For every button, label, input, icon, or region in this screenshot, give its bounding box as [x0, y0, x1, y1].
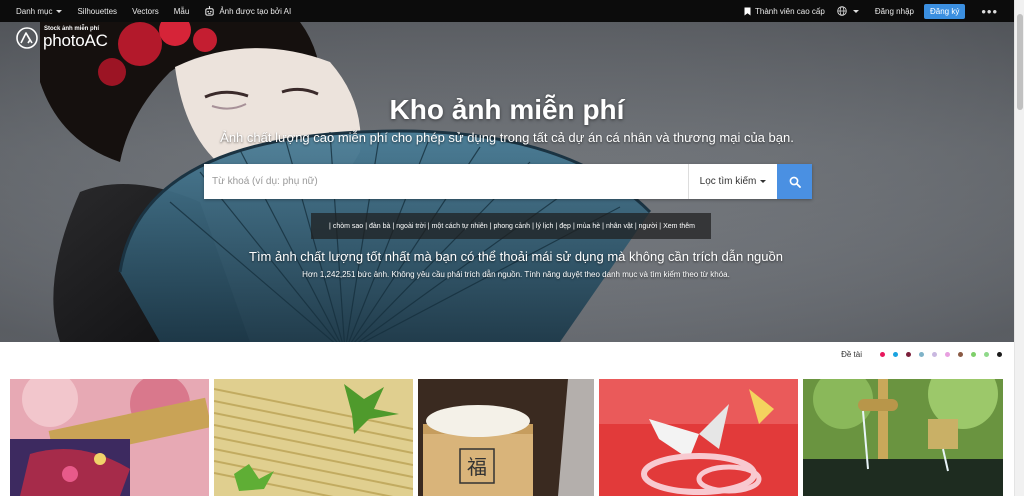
theme-dot[interactable]: [880, 352, 885, 357]
bookmark-icon: [744, 7, 751, 15]
keyword-separator: |: [427, 222, 430, 230]
search-icon: [789, 176, 801, 188]
theme-dot[interactable]: [893, 352, 898, 357]
photo-thumbnail[interactable]: [10, 379, 209, 496]
photo-grid: 福: [10, 379, 1003, 496]
keyword-link[interactable]: chòm sao: [333, 223, 363, 230]
nav-left: Danh mục Silhouettes Vectors Mẫu Ảnh đượ…: [0, 0, 306, 22]
ai-images-label: Ảnh được tạo bởi AI: [219, 6, 292, 16]
keyword-link[interactable]: ngoài trời: [396, 223, 426, 230]
login-link[interactable]: Đăng nhập: [875, 7, 914, 16]
theme-label: Đề tài: [841, 350, 862, 359]
keyword-separator: |: [532, 222, 534, 230]
chevron-down-icon: [852, 9, 859, 13]
vectors-label: Vectors: [132, 6, 159, 16]
templates-label: Mẫu: [173, 6, 190, 16]
photo-kimono-fabric: [10, 379, 209, 496]
categories-menu[interactable]: Danh mục: [16, 6, 63, 16]
photo-origami-crane: [599, 379, 798, 496]
keyword-link[interactable]: nhân vật: [606, 223, 633, 230]
photo-thumbnail[interactable]: [599, 379, 798, 496]
keyword-link[interactable]: đẹp: [559, 223, 571, 230]
keyword-separator: |: [572, 222, 575, 230]
keyword-separator: |: [602, 222, 604, 230]
search-bar: Lọc tìm kiếm: [204, 164, 812, 199]
theme-dot[interactable]: [984, 352, 989, 357]
chevron-down-icon: [56, 9, 63, 13]
theme-dot[interactable]: [958, 352, 963, 357]
keyword-separator: |: [489, 222, 492, 230]
theme-dot[interactable]: [945, 352, 950, 357]
silhouettes-label: Silhouettes: [77, 6, 118, 16]
theme-dot[interactable]: [997, 352, 1002, 357]
keyword-link[interactable]: đàn bà: [369, 223, 390, 230]
search-button[interactable]: [777, 164, 812, 199]
signup-button[interactable]: Đăng ký: [923, 3, 966, 19]
nav-right: Thành viên cao cấp Đăng nhập Đăng ký •••: [744, 0, 1014, 22]
ai-images-link[interactable]: Ảnh được tạo bởi AI: [204, 5, 292, 17]
keyword-separator: |: [392, 222, 395, 230]
keyword-separator: |: [659, 222, 662, 230]
logo-name: photoAC: [43, 31, 108, 50]
language-selector[interactable]: [837, 6, 859, 16]
photo-thumbnail[interactable]: [803, 379, 1003, 496]
search-input[interactable]: [204, 164, 688, 199]
theme-dot[interactable]: [919, 352, 924, 357]
site-logo[interactable]: Stock ảnh miễn phí photoAC: [16, 26, 108, 49]
keyword-link[interactable]: người: [639, 223, 658, 230]
categories-label: Danh mục: [16, 6, 53, 16]
hero-title: Kho ảnh miễn phí: [389, 94, 625, 125]
theme-dot[interactable]: [932, 352, 937, 357]
globe-icon: [837, 6, 847, 16]
signup-label: Đăng ký: [929, 6, 960, 16]
theme-selector: Đề tài: [841, 350, 1002, 359]
search-filter-label: Lọc tìm kiếm: [699, 176, 757, 187]
keyword-link[interactable]: mùa hè: [577, 223, 600, 230]
logo-icon: [16, 26, 38, 49]
keyword-separator: |: [329, 222, 331, 230]
keyword-link[interactable]: phong cảnh: [493, 223, 530, 230]
login-label: Đăng nhập: [874, 6, 914, 16]
chevron-down-icon: [760, 180, 767, 183]
scrollbar-thumb[interactable]: [1017, 14, 1023, 110]
silhouettes-link[interactable]: Silhouettes: [77, 7, 117, 16]
templates-link[interactable]: Mẫu: [174, 7, 190, 16]
hero-subtitle: Ảnh chất lượng cao miễn phí cho phép sử …: [220, 130, 794, 145]
photo-bamboo-fountain: [803, 379, 1003, 496]
popular-keywords: | chòm sao | đàn bà | ngoài trời | một c…: [311, 213, 711, 239]
hero-tagline: Tìm ảnh chất lượng tốt nhất mà bạn có th…: [249, 249, 783, 264]
keyword-separator: |: [365, 222, 368, 230]
hero-banner: Stock ảnh miễn phí photoAC Kho ảnh miễn …: [0, 22, 1014, 342]
photo-thumbnail[interactable]: [214, 379, 413, 496]
photo-thumbnail[interactable]: 福: [418, 379, 594, 496]
premium-label: Thành viên cao cấp: [755, 6, 825, 16]
see-more-link[interactable]: Xem thêm: [663, 223, 695, 230]
hero-info: Hơn 1,242,251 bức ảnh. Không yêu cầu phả…: [302, 270, 730, 279]
vectors-link[interactable]: Vectors: [132, 7, 159, 16]
theme-dot[interactable]: [906, 352, 911, 357]
keyword-separator: |: [634, 222, 637, 230]
robot-icon: [205, 5, 214, 16]
keyword-link[interactable]: lý lịch: [536, 223, 554, 230]
keyword-separator: |: [555, 222, 558, 230]
keyword-link[interactable]: một cách tự nhiên: [432, 223, 488, 230]
logo-text: Stock ảnh miễn phí photoAC: [43, 26, 108, 49]
search-filter-dropdown[interactable]: Lọc tìm kiếm: [688, 164, 777, 199]
premium-link[interactable]: Thành viên cao cấp: [744, 7, 825, 16]
theme-dot[interactable]: [971, 352, 976, 357]
more-menu-button[interactable]: •••: [981, 5, 998, 18]
svg-text:福: 福: [467, 455, 487, 479]
more-icon: •••: [981, 3, 998, 19]
top-navbar: Danh mục Silhouettes Vectors Mẫu Ảnh đượ…: [0, 0, 1014, 22]
page-scrollbar[interactable]: [1014, 0, 1024, 496]
photo-rice-masu: 福: [418, 379, 594, 496]
photo-bamboo-mat: [214, 379, 413, 496]
